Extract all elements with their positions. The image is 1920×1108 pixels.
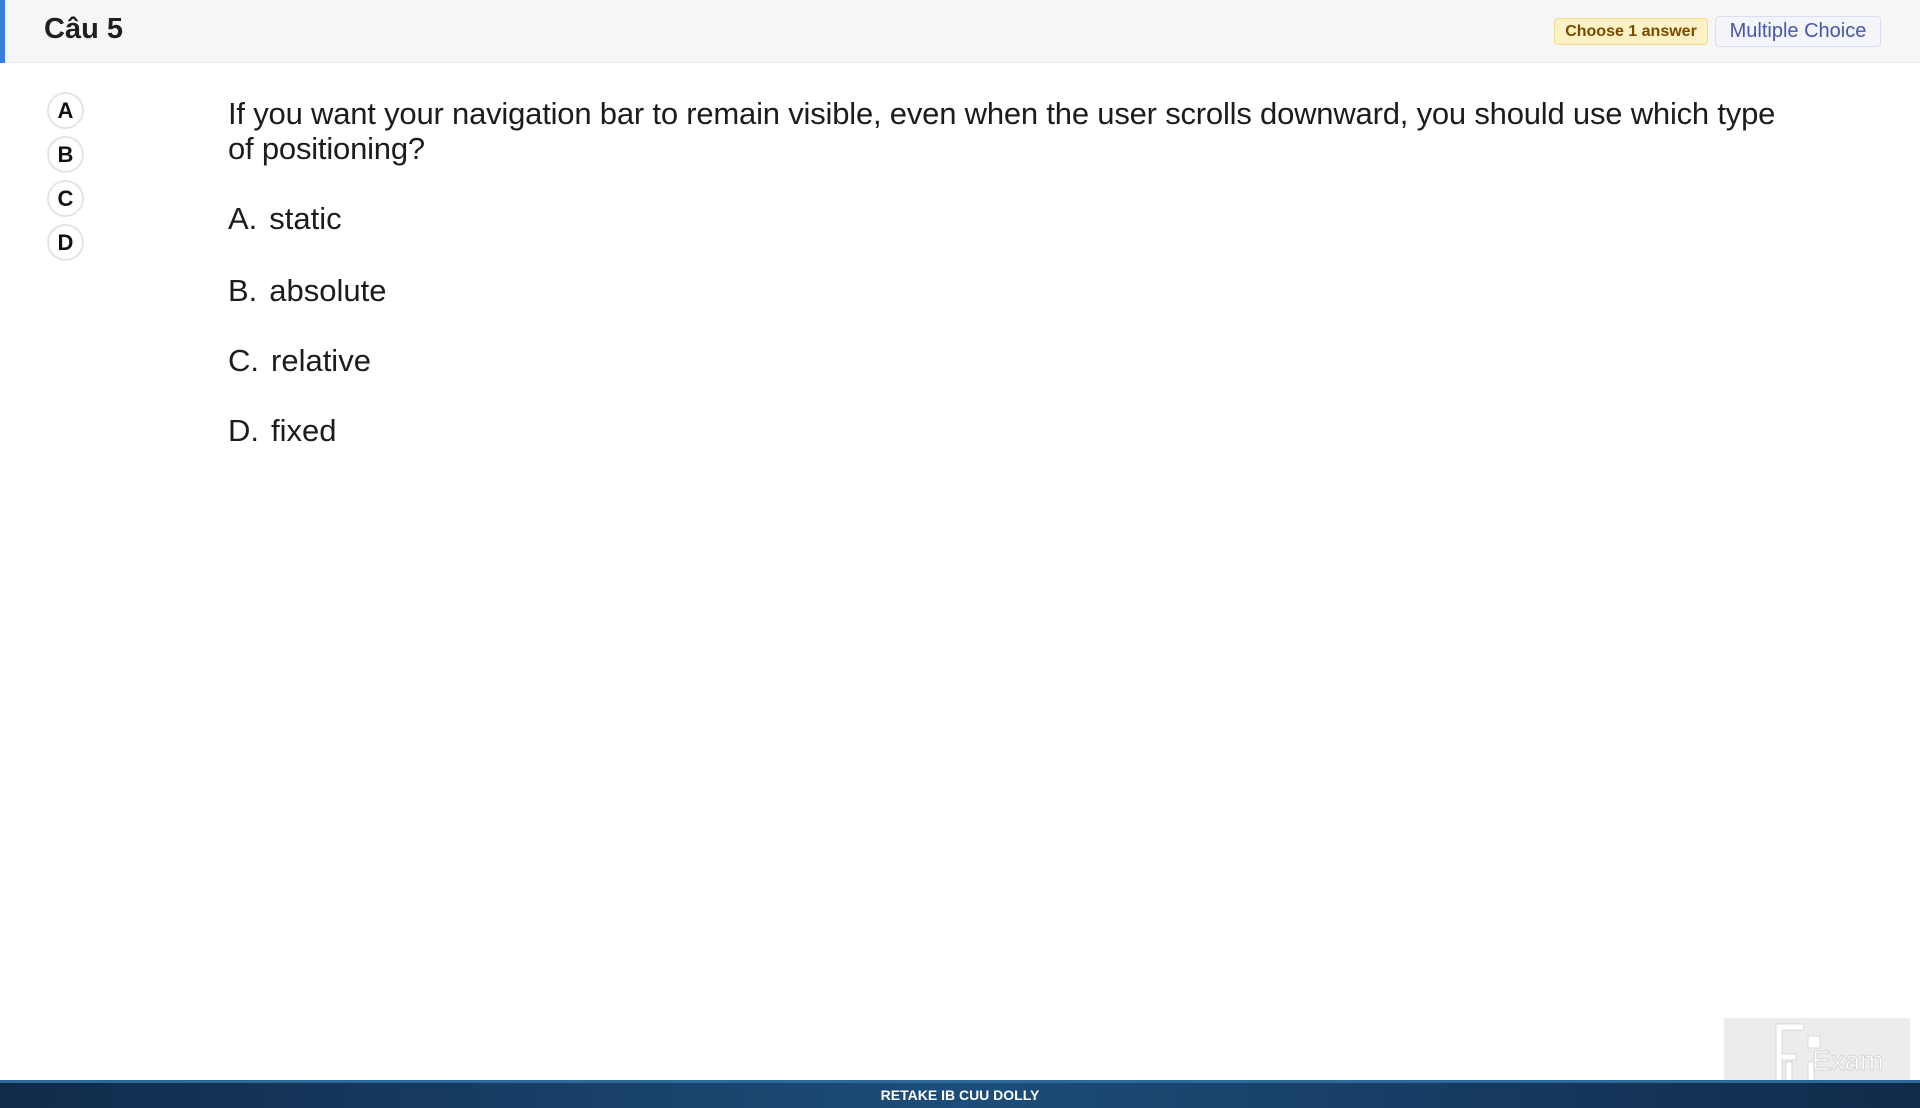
option-d: D. fixed [228,413,336,449]
answer-option-a-button[interactable]: A [47,92,84,129]
header-accent-bar [0,0,5,63]
option-b: B. absolute [228,273,387,309]
option-c-letter: C. [228,343,259,378]
exam-page: Câu 5 Choose 1 answer Multiple Choice A … [0,0,1920,1108]
question-number: Câu 5 [44,13,123,45]
question-header: Câu 5 Choose 1 answer Multiple Choice [0,0,1920,63]
option-b-letter: B. [228,273,258,308]
answer-option-c-button[interactable]: C [47,180,84,217]
option-a-letter: A. [228,201,258,236]
answer-option-d-button[interactable]: D [47,224,84,261]
footer-bar: RETAKE IB CUU DOLLY [0,1080,1920,1108]
choose-count-badge: Choose 1 answer [1554,18,1708,45]
option-a-text: static [269,201,342,236]
option-c: C. relative [228,343,371,379]
option-d-text: fixed [271,413,337,448]
question-text: If you want your navigation bar to remai… [228,96,1776,166]
option-d-letter: D. [228,413,259,448]
option-b-text: absolute [269,273,387,308]
answer-option-b-button[interactable]: B [47,136,84,173]
option-a: A. static [228,201,342,237]
option-c-text: relative [271,343,371,378]
logo-text: Exam [1812,1045,1884,1076]
footer-text: RETAKE IB CUU DOLLY [880,1087,1040,1103]
question-type-badge: Multiple Choice [1715,16,1881,47]
